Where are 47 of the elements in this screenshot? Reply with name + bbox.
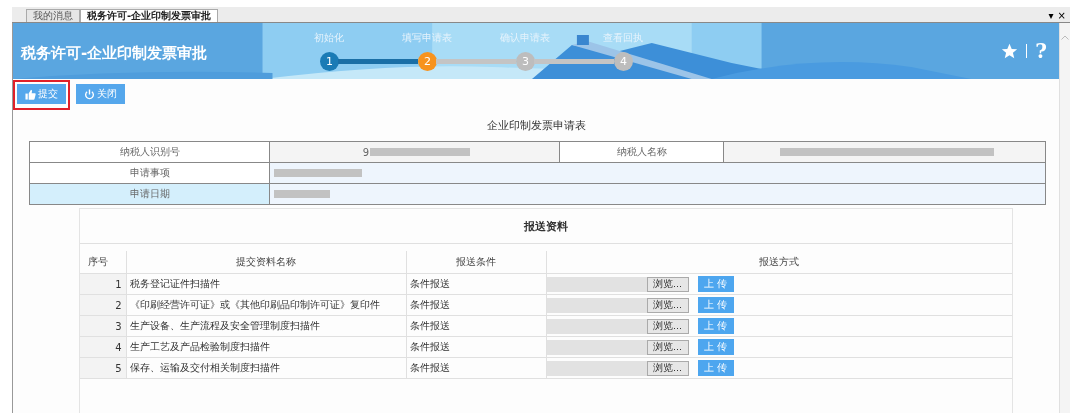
step-label: 初始化: [313, 31, 345, 45]
scroll-up-icon[interactable]: [1061, 35, 1069, 40]
table-cell: 生产设备、生产流程及安全管理制度扫描件: [126, 315, 406, 337]
browse-button[interactable]: 浏览...: [646, 360, 689, 376]
tab[interactable]: 税务许可-企业印制发票审批: [80, 9, 219, 22]
browse-button[interactable]: 浏览...: [646, 297, 689, 313]
table-cell: 生产工艺及产品检验制度扫描件: [126, 336, 406, 358]
page-title: 税务许可-企业印制发票审批: [19, 43, 209, 63]
scrollbar[interactable]: [1059, 23, 1070, 413]
column-header: 提交资料名称: [126, 251, 406, 274]
file-field[interactable]: [546, 276, 647, 292]
field-label: 纳税人名称: [559, 141, 724, 163]
field-label: 申请日期: [29, 183, 270, 205]
table-cell: 5: [80, 357, 126, 379]
power-icon: [84, 88, 95, 100]
table-cell: 《印刷经营许可证》或《其他印刷品印制许可证》复印件: [126, 294, 406, 316]
table-cell: 4: [80, 336, 126, 358]
field-label: 申请事项: [29, 162, 270, 184]
column-header: 报送方式: [546, 251, 1012, 274]
table-cell: 3: [80, 315, 126, 337]
tab[interactable]: 我的消息: [26, 9, 80, 22]
table-cell: 1: [80, 273, 126, 295]
thumbs-up-icon: [25, 88, 36, 100]
browse-button[interactable]: 浏览...: [646, 318, 689, 334]
field-label: 纳税人识别号: [29, 141, 270, 163]
dropdown-control[interactable]: ▾: [1048, 9, 1054, 22]
table-cell: 条件报送: [406, 357, 546, 379]
column-header: 序号: [80, 251, 126, 274]
table-cell: 条件报送: [406, 294, 546, 316]
table-cell: 条件报送: [406, 273, 546, 295]
file-field[interactable]: [546, 360, 647, 376]
file-field[interactable]: [546, 318, 647, 334]
form-title: 企业印制发票申请表: [485, 118, 587, 133]
close-control[interactable]: ×: [1057, 9, 1066, 22]
file-field[interactable]: [546, 297, 647, 313]
browse-button[interactable]: 浏览...: [646, 339, 689, 355]
table-cell: 条件报送: [406, 315, 546, 337]
star-icon[interactable]: [1001, 42, 1019, 60]
field-text: 9: [362, 146, 370, 158]
table-cell: 税务登记证件扫描件: [126, 273, 406, 295]
column-header: 报送条件: [406, 251, 546, 274]
section-title: 报送资料: [80, 209, 1012, 244]
file-field[interactable]: [546, 339, 647, 355]
browse-button[interactable]: 浏览...: [646, 276, 689, 292]
table-cell: 保存、运输及交付相关制度扫描件: [126, 357, 406, 379]
table-cell: 2: [80, 294, 126, 316]
table-cell: 条件报送: [406, 336, 546, 358]
